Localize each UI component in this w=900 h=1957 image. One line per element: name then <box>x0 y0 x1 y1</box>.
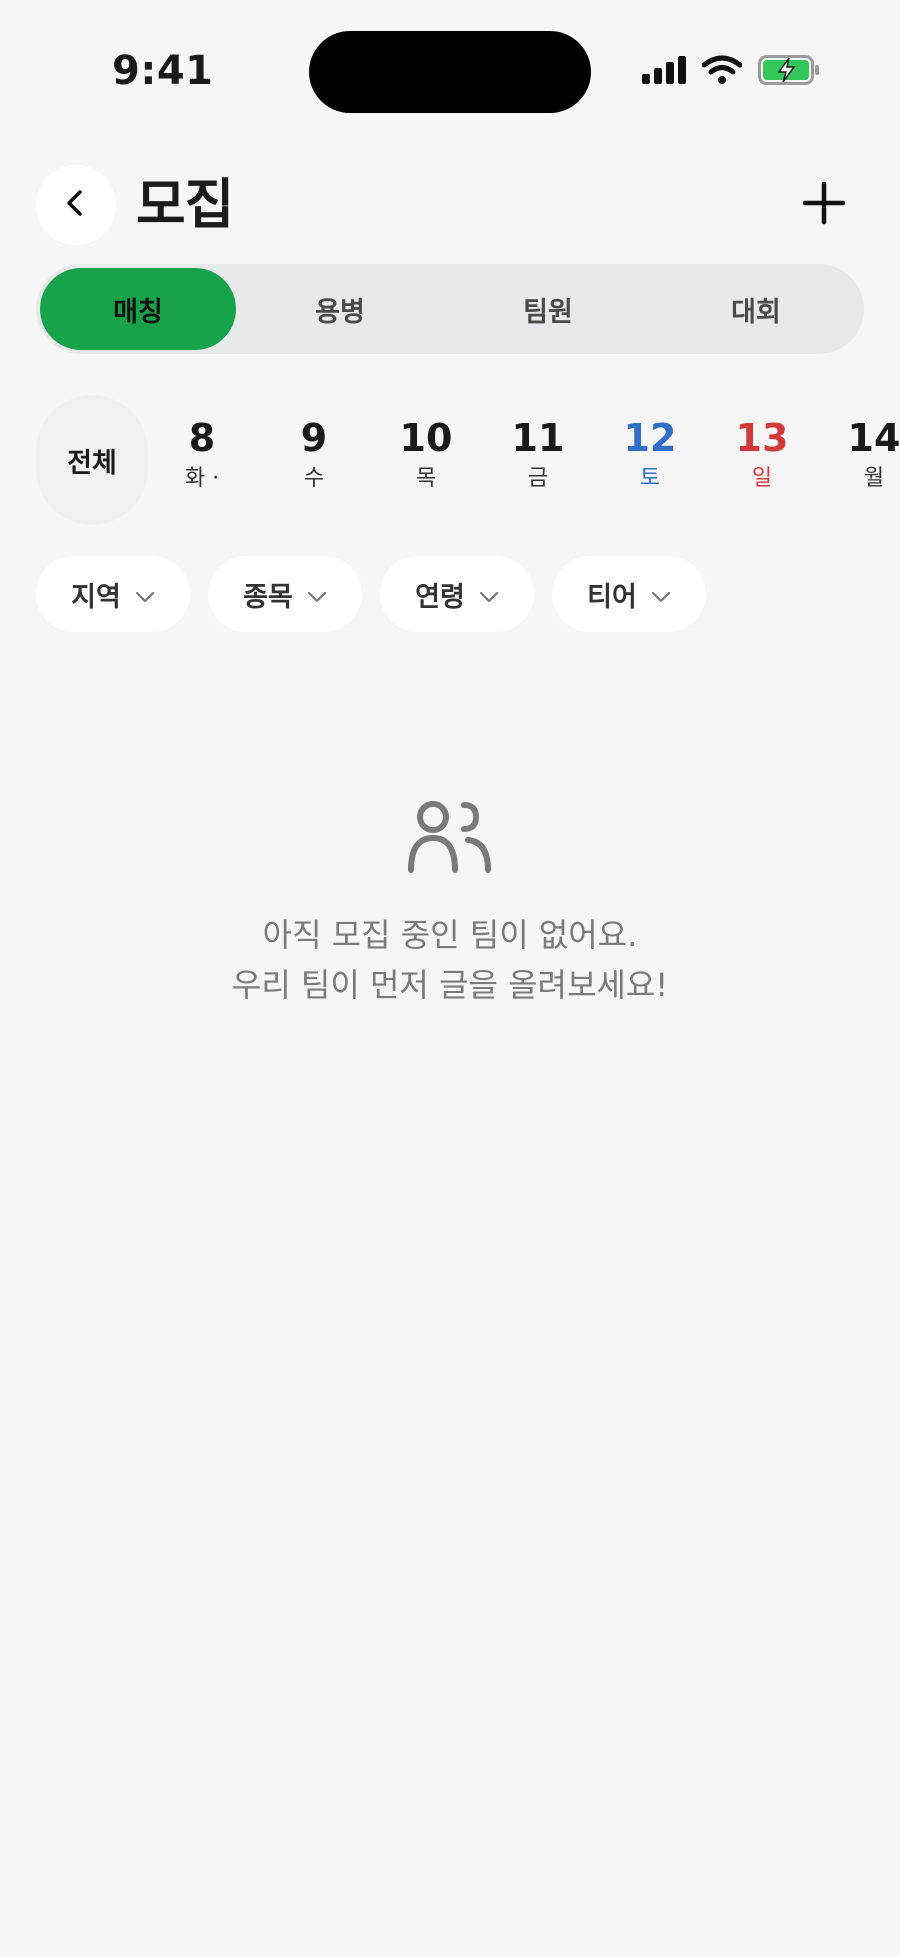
status-icons <box>642 55 820 89</box>
wifi-icon <box>701 55 743 89</box>
battery-charging-icon <box>758 55 820 89</box>
empty-message: 아직 모집 중인 팀이 없어요. 우리 팀이 먼저 글을 올려보세요! <box>0 910 900 1010</box>
empty-message-line2: 우리 팀이 먼저 글을 올려보세요! <box>231 966 669 1004</box>
filter-sport[interactable]: 종목 <box>208 556 362 632</box>
date-all-button[interactable]: 전체 <box>36 395 148 525</box>
filter-label: 지역 <box>71 581 121 613</box>
date-item[interactable]: 10 목 <box>381 415 471 497</box>
cellular-signal-icon <box>642 56 686 88</box>
date-weekday: 일 <box>751 466 773 491</box>
chevron-down-icon <box>651 579 671 610</box>
chevron-down-icon <box>135 579 155 610</box>
chevron-down-icon <box>307 579 327 610</box>
date-weekday: 수 <box>303 466 325 491</box>
plus-icon <box>802 181 846 229</box>
date-number: 12 <box>623 416 677 460</box>
date-strip: 전체 8 화 · 9 수 10 목 11 금 12 토 13 일 14 월 <box>36 395 900 525</box>
status-bar: 9:41 <box>0 0 900 130</box>
chevron-left-icon <box>60 187 92 223</box>
empty-message-line1: 아직 모집 중인 팀이 없어요. <box>262 916 638 954</box>
date-item[interactable]: 9 수 <box>269 415 359 497</box>
date-number: 14 <box>847 416 900 460</box>
add-button[interactable] <box>784 165 864 245</box>
date-number: 8 <box>188 416 216 460</box>
filter-label: 종목 <box>243 581 293 613</box>
date-item[interactable]: 12 토 <box>605 415 695 497</box>
category-tabs: 매칭 용병 팀원 대회 <box>36 264 864 354</box>
filter-tier[interactable]: 티어 <box>552 556 706 632</box>
date-item[interactable]: 13 일 <box>717 415 807 497</box>
date-item[interactable]: 14 월 <box>829 415 900 497</box>
tab-matching[interactable]: 매칭 <box>40 268 236 350</box>
filter-bar: 지역 종목 연령 티어 <box>36 556 706 632</box>
filter-label: 연령 <box>415 581 465 613</box>
date-weekday: 토 <box>639 466 661 491</box>
date-number: 13 <box>735 416 789 460</box>
date-weekday: 월 <box>863 466 885 491</box>
tab-tournament[interactable]: 대회 <box>652 268 860 350</box>
filter-region[interactable]: 지역 <box>36 556 190 632</box>
chevron-down-icon <box>479 579 499 610</box>
date-item[interactable]: 11 금 <box>493 415 583 497</box>
date-item[interactable]: 8 화 · <box>157 415 247 497</box>
filter-label: 티어 <box>587 581 637 613</box>
date-weekday: 목 <box>415 466 437 491</box>
tab-team-member[interactable]: 팀원 <box>444 268 652 350</box>
tab-mercenary[interactable]: 용병 <box>236 268 444 350</box>
header: 모집 <box>36 165 864 245</box>
page-title: 모집 <box>136 173 234 236</box>
dynamic-island <box>309 31 591 113</box>
date-number: 9 <box>300 416 328 460</box>
status-time: 9:41 <box>112 48 214 94</box>
filter-age[interactable]: 연령 <box>380 556 534 632</box>
date-weekday: 금 <box>527 466 549 491</box>
back-button[interactable] <box>36 165 116 245</box>
date-weekday: 화 · <box>184 466 220 491</box>
date-number: 10 <box>399 416 453 460</box>
users-icon <box>0 800 900 878</box>
date-number: 11 <box>511 416 565 460</box>
empty-state: 아직 모집 중인 팀이 없어요. 우리 팀이 먼저 글을 올려보세요! <box>0 800 900 1010</box>
